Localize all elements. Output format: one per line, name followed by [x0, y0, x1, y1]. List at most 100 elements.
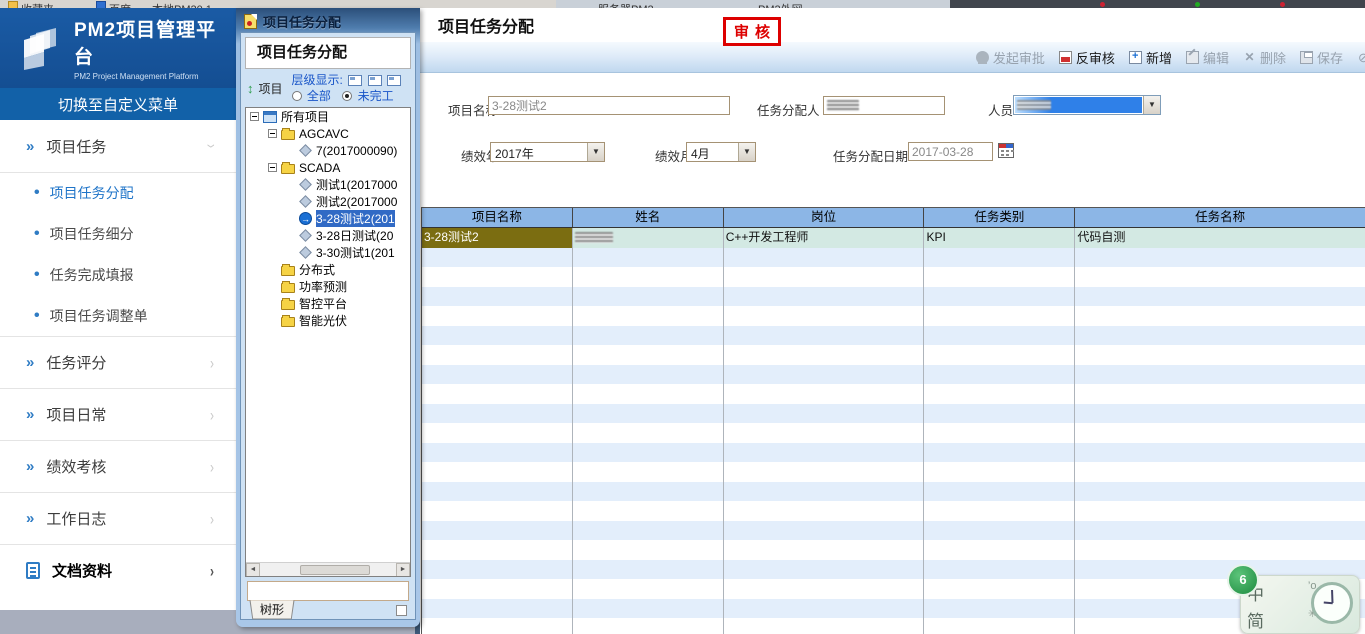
bookmark-item[interactable]: 本地PM20.1: [152, 1, 212, 8]
project-name-input[interactable]: [488, 96, 730, 115]
sidebar-item-任务评分[interactable]: »任务评分›: [0, 336, 236, 388]
chevron-down-icon[interactable]: ▼: [587, 143, 604, 161]
table-cell: KPI: [924, 228, 1075, 248]
table-row[interactable]: [422, 345, 1365, 365]
selected-node-icon: →: [299, 212, 312, 225]
tree-filter-input[interactable]: [247, 581, 409, 601]
bookmark-icon: [96, 1, 106, 8]
chevron-down-icon[interactable]: ▼: [738, 143, 755, 161]
scroll-left-arrow[interactable]: ◄: [246, 563, 260, 577]
radio-unfinished[interactable]: [342, 91, 352, 101]
bookmark-item[interactable]: 收藏夹: [8, 1, 54, 8]
tree-item[interactable]: 测试1(2017000: [246, 176, 410, 193]
table-row[interactable]: [422, 501, 1365, 521]
tree-checkbox[interactable]: [396, 605, 407, 616]
bookmark-item[interactable]: 百度: [96, 1, 131, 8]
tree-item-label: 7(2017000090): [316, 144, 397, 158]
table-row[interactable]: [422, 326, 1365, 346]
level-view-icon-3[interactable]: [387, 75, 401, 86]
toolbar-button-新增[interactable]: 新增: [1129, 48, 1172, 67]
table-row[interactable]: [422, 267, 1365, 287]
perf-month-select[interactable]: 4月 ▼: [686, 142, 756, 162]
calendar-icon[interactable]: [998, 143, 1014, 158]
sidebar-item-工作日志[interactable]: »工作日志›: [0, 492, 236, 544]
level-view-icon-1[interactable]: [348, 75, 362, 86]
column-header-岗位[interactable]: 岗位: [724, 208, 925, 227]
cancel-icon: ⊘: [1357, 51, 1365, 64]
level-view-icon-2[interactable]: [368, 75, 382, 86]
tree-horizontal-scrollbar[interactable]: ◄ ►: [246, 562, 410, 576]
tree-item[interactable]: 测试2(2017000: [246, 193, 410, 210]
tree-item[interactable]: 功率预测: [246, 278, 410, 295]
sidebar-item-文档资料[interactable]: 文档资料›: [0, 544, 236, 596]
chevron-down-icon[interactable]: ▼: [1143, 96, 1160, 114]
table-row[interactable]: [422, 248, 1365, 268]
column-header-姓名[interactable]: 姓名: [573, 208, 724, 227]
table-cell: [422, 404, 573, 424]
sidebar-item-项目任务调整单[interactable]: •项目任务调整单: [0, 295, 236, 336]
tree-item[interactable]: 分布式: [246, 261, 410, 278]
sidebar-item-项目任务[interactable]: »项目任务›: [0, 120, 236, 172]
sidebar-item-任务完成填报[interactable]: •任务完成填报: [0, 254, 236, 295]
tree-item[interactable]: →3-28测试2(201: [246, 210, 410, 227]
table-row[interactable]: [422, 404, 1365, 424]
tree-item[interactable]: 7(2017000090): [246, 142, 410, 159]
tree-item[interactable]: 所有项目: [246, 108, 410, 125]
table-row[interactable]: [422, 287, 1365, 307]
assigner-input[interactable]: [823, 96, 945, 115]
sidebar-item-项目任务细分[interactable]: •项目任务细分: [0, 213, 236, 254]
sidebar-item-label: 项目任务细分: [50, 224, 214, 244]
table-row[interactable]: [422, 560, 1365, 580]
ime-jian-label[interactable]: 简: [1247, 607, 1300, 632]
table-cell: [924, 540, 1075, 560]
switch-menu-button[interactable]: 切换至自定义菜单: [0, 88, 236, 120]
scroll-right-arrow[interactable]: ►: [396, 563, 410, 577]
tab-tree-view[interactable]: 树形: [250, 600, 295, 619]
tree-item[interactable]: 3-30测试1(201: [246, 244, 410, 261]
collapse-icon[interactable]: [250, 112, 259, 121]
scroll-thumb[interactable]: [300, 565, 370, 575]
display-options: 层级显示: 全部 未完工: [292, 73, 401, 103]
tree-item[interactable]: AGCAVC: [246, 125, 410, 142]
perf-year-select[interactable]: 2017年 ▼: [490, 142, 605, 162]
bookmark-item[interactable]: PM2外网: [758, 1, 803, 8]
table-cell: [573, 326, 724, 346]
collapse-icon[interactable]: [268, 163, 277, 172]
refresh-icon[interactable]: ↕: [247, 81, 254, 96]
table-row[interactable]: [422, 384, 1365, 404]
ime-badge[interactable]: 6: [1227, 564, 1259, 596]
table-row[interactable]: [422, 521, 1365, 541]
table-row[interactable]: [422, 443, 1365, 463]
tree-item[interactable]: 3-28日测试(20: [246, 227, 410, 244]
column-header-项目名称[interactable]: 项目名称: [422, 208, 573, 227]
tree-item[interactable]: 智控平台: [246, 295, 410, 312]
person-dropdown[interactable]: ▼: [1013, 95, 1161, 115]
column-header-任务名称[interactable]: 任务名称: [1075, 208, 1365, 227]
table-row[interactable]: [422, 365, 1365, 385]
collapse-icon[interactable]: [268, 129, 277, 138]
table-row[interactable]: [422, 618, 1365, 634]
sidebar-item-项目日常[interactable]: »项目日常›: [0, 388, 236, 440]
assign-date-input[interactable]: [908, 142, 993, 161]
table-row[interactable]: [422, 306, 1365, 326]
tree-item[interactable]: SCADA: [246, 159, 410, 176]
table-row[interactable]: [422, 462, 1365, 482]
table-row[interactable]: [422, 579, 1365, 599]
sidebar-item-绩效考核[interactable]: »绩效考核›: [0, 440, 236, 492]
tree-item[interactable]: 智能光伏: [246, 312, 410, 329]
bookmark-item[interactable]: 服务器PM2: [598, 1, 654, 8]
ime-toolbar[interactable]: 6 中 ’o 简 ✳: [1240, 575, 1360, 634]
sidebar-item-项目任务分配[interactable]: •项目任务分配: [0, 172, 236, 213]
bullet-icon: •: [34, 266, 40, 284]
table-row[interactable]: [422, 540, 1365, 560]
table-row[interactable]: [422, 423, 1365, 443]
radio-all[interactable]: [292, 91, 302, 101]
tree-window-tab[interactable]: 项目任务分配: [244, 12, 341, 31]
table-row[interactable]: [422, 599, 1365, 619]
table-cell: [724, 306, 925, 326]
toolbar-button-反审核[interactable]: 反审核: [1059, 48, 1115, 67]
folder-icon: [281, 130, 295, 140]
table-row-selected[interactable]: 3-28测试2C++开发工程师KPI代码自测: [422, 228, 1365, 248]
table-row[interactable]: [422, 482, 1365, 502]
column-header-任务类别[interactable]: 任务类别: [924, 208, 1075, 227]
